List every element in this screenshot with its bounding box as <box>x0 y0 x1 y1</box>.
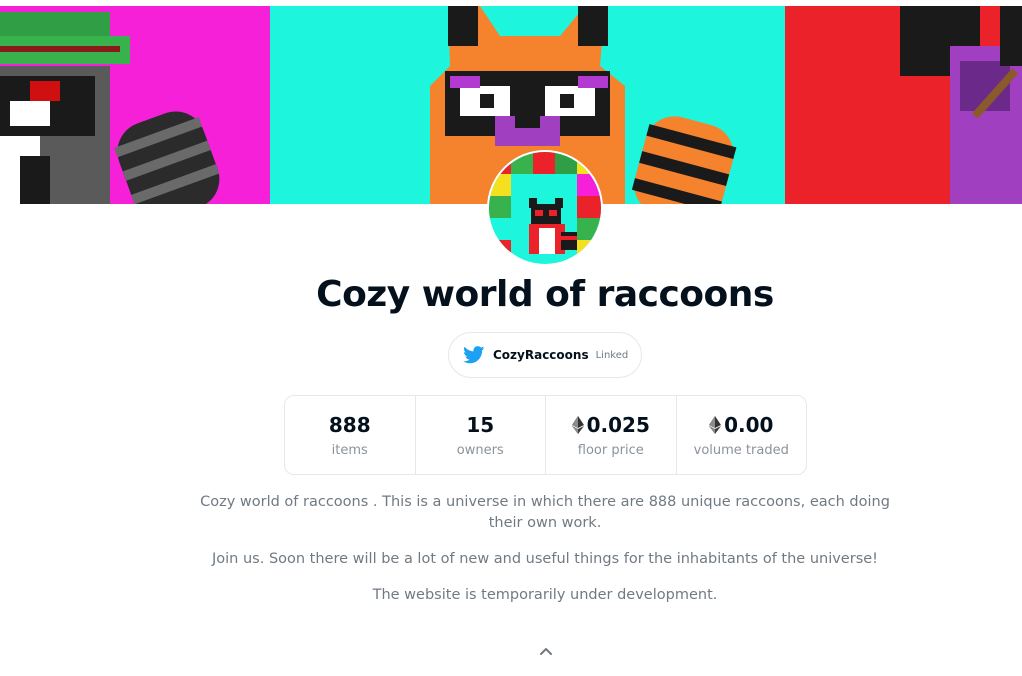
stat-value: 0.025 <box>586 412 650 437</box>
collection-avatar[interactable] <box>487 150 603 266</box>
stat-owners[interactable]: 15 owners <box>416 396 546 474</box>
twitter-linked-status: Linked <box>595 349 629 361</box>
stat-value: 15 <box>466 412 495 437</box>
stat-label: volume traded <box>693 442 789 458</box>
stat-label: items <box>331 442 368 458</box>
description-paragraph: The website is temporarily under develop… <box>372 587 718 603</box>
stat-floor-price[interactable]: 0.025 floor price <box>546 396 677 474</box>
stat-label: owners <box>456 442 504 458</box>
ethereum-icon <box>571 415 584 434</box>
twitter-bird-icon <box>463 346 485 364</box>
ethereum-icon <box>709 415 722 434</box>
stat-value: 0.00 <box>724 412 774 437</box>
twitter-link-button[interactable]: CozyRaccoons Linked <box>448 332 642 378</box>
twitter-handle: CozyRaccoons <box>493 348 589 362</box>
collection-title: Cozy world of raccoons <box>316 274 774 315</box>
stat-label: floor price <box>577 442 644 458</box>
avatar-image <box>489 152 601 264</box>
stat-value: 888 <box>328 412 371 437</box>
description-paragraph: Cozy world of raccoons . This is a unive… <box>200 494 890 531</box>
chevron-up-icon[interactable] <box>537 643 555 657</box>
description-paragraph: Join us. Soon there will be a lot of new… <box>212 551 878 567</box>
stat-volume-traded[interactable]: 0.00 volume traded <box>677 396 807 474</box>
collection-stats: 888 items 15 owners 0.025 floor price 0.… <box>284 395 807 475</box>
collection-description: Cozy world of raccoons . This is a unive… <box>200 492 890 621</box>
stat-items[interactable]: 888 items <box>285 396 416 474</box>
collection-page: Cozy world of raccoons CozyRaccoons Link… <box>0 0 1022 676</box>
